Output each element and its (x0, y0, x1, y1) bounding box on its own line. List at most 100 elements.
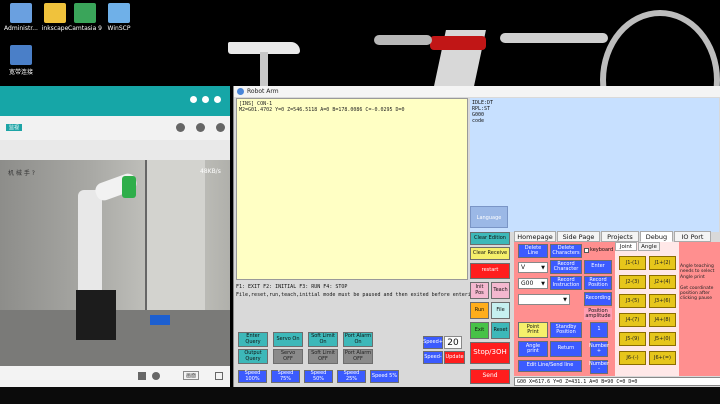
record-character-button[interactable]: Record Character (550, 260, 582, 274)
screenshot-icon[interactable] (196, 123, 205, 132)
delete-line-button[interactable]: Delete Line (518, 244, 548, 258)
enter-query-button[interactable]: Enter Query (238, 332, 268, 347)
desktop-icon-label: 宽带连接 (8, 69, 33, 76)
overlay-text: 机 械 手 ? (8, 170, 35, 177)
file-button[interactable]: File (491, 302, 510, 319)
window-title: Robot Arm (234, 86, 720, 97)
joint-jog-button[interactable]: J5+(0) (649, 332, 676, 346)
console-output[interactable]: [INS] CON-1 M2=G01.4702 Y=0 Z=546.5118 A… (236, 98, 468, 280)
console-line: M2=G01.4702 Y=0 Z=546.5118 A=0 B=178.008… (239, 107, 405, 113)
speed-value-field[interactable]: 20 (444, 336, 462, 349)
clear-receive-button[interactable]: Clear Receive (470, 247, 510, 260)
app-icon (237, 88, 244, 95)
footer-camera-icon[interactable] (152, 372, 160, 380)
speed-readout: 48KB/s (200, 168, 221, 175)
tab-angle[interactable]: Angle (638, 242, 660, 251)
teach-button[interactable]: Teach (491, 282, 510, 299)
joint-jog-button[interactable]: J4-(7) (619, 313, 646, 327)
monitor-tag: 监视 (6, 124, 23, 131)
joint-jog-button[interactable]: J3-(5) (619, 294, 646, 308)
standby-position-button[interactable]: Standby Position (550, 322, 582, 338)
speed-preset-button[interactable]: Speed 75% (271, 370, 300, 383)
tab-joint[interactable]: Joint (615, 242, 637, 251)
joint-jog-button[interactable]: J1-(1) (619, 256, 646, 270)
servo-off-button[interactable]: Servo OFF (273, 349, 303, 364)
joint-jog-button[interactable]: J4+(8) (649, 313, 676, 327)
desktop-icon[interactable]: 宽带连接 (0, 45, 42, 76)
update-button[interactable]: Update (444, 351, 465, 364)
exit-button[interactable]: Exit (470, 322, 489, 339)
enter-button[interactable]: Enter (584, 260, 612, 274)
main-tabs: Homepage Side Page Projects Debug IO Por… (514, 231, 720, 242)
axis-select-value: V (521, 264, 526, 271)
speed-plus-button[interactable]: Speed+ (423, 336, 443, 349)
camtasia-icon (74, 3, 96, 23)
tab-debug[interactable]: Debug (640, 231, 673, 242)
robot-arm-body (78, 190, 102, 300)
joint-jog-button[interactable]: J6+(=) (649, 351, 676, 365)
reset-button[interactable]: Reset (491, 322, 510, 339)
keyboard-checkbox[interactable] (584, 247, 589, 253)
soft-limit-off-button[interactable]: Soft Limit OFF (308, 349, 338, 364)
folder-icon (44, 3, 66, 23)
gcode-select-value: G00 (521, 280, 534, 287)
restore-icon[interactable] (202, 96, 209, 103)
joint-jog-button[interactable]: J2+(4) (649, 275, 676, 289)
joint-jog-button[interactable]: J2-(3) (619, 275, 646, 289)
speed-preset-button[interactable]: Speed 100% (238, 370, 267, 383)
soft-limit-on-button[interactable]: Soft Limit On (308, 332, 338, 347)
stop-button[interactable]: Stop/3OH (470, 342, 510, 364)
footer-video-icon[interactable] (138, 372, 146, 380)
tab-homepage[interactable]: Homepage (514, 231, 556, 242)
port-alarm-on-button[interactable]: Port Alarm On (343, 332, 373, 347)
number-plus-button[interactable]: Number + (589, 341, 609, 357)
fullscreen-icon[interactable] (215, 372, 223, 380)
axis-select[interactable]: V ▼ (518, 262, 548, 273)
port-alarm-off-button[interactable]: Port Alarm OFF (343, 349, 373, 364)
third-select[interactable]: ▼ (518, 294, 570, 305)
player-header (0, 86, 230, 116)
recording-button[interactable]: Recording (584, 292, 612, 306)
robot-arm-window: Robot Arm [INS] CON-1 M2=G01.4702 Y=0 Z=… (233, 86, 720, 387)
send-button[interactable]: Send (470, 369, 510, 384)
speed-preset-button[interactable]: Speed 50% (304, 370, 333, 383)
joint-jog-button[interactable]: J6-(-) (619, 351, 646, 365)
tab-projects[interactable]: Projects (601, 231, 639, 242)
close-icon[interactable] (214, 96, 221, 103)
record-position-button[interactable]: Record Position (584, 276, 612, 290)
network-icon (10, 45, 32, 65)
keyboard-checkbox-row[interactable]: keyboard (584, 247, 613, 253)
settings-icon[interactable] (216, 123, 225, 132)
joint-jog-button[interactable]: J3+(6) (649, 294, 676, 308)
camera-icon[interactable] (176, 123, 185, 132)
gcode-select[interactable]: G00 ▼ (518, 278, 548, 289)
delete-characters-button[interactable]: Delete Characters (550, 244, 582, 258)
bike-seatpost (260, 52, 268, 86)
command-line-field[interactable]: G00 X=617.6 Y=0 Z=431.1 A=0 B=90 C=0 D=0 (514, 377, 720, 386)
output-query-button[interactable]: Output Query (238, 349, 268, 364)
init-pos-button[interactable]: Init Pos (470, 282, 489, 299)
edit-line-button[interactable]: Edit Line/Send line (518, 360, 582, 372)
hint-line-2: File,reset,run,teach,initial mode must b… (236, 292, 477, 298)
restart-button[interactable]: restart (470, 263, 510, 279)
desktop-icon[interactable]: WinSCP (98, 3, 140, 32)
speed-preset-button[interactable]: Speed 5% (370, 370, 399, 383)
angle-print-button[interactable]: Angle print (518, 341, 548, 357)
joint-jog-button[interactable]: J5-(9) (619, 332, 646, 346)
record-instruction-button[interactable]: Record Instruction (550, 276, 582, 290)
return-button[interactable]: Return (550, 341, 582, 357)
number-minus-button[interactable]: Number - (589, 360, 609, 374)
servo-on-button[interactable]: Servo On (273, 332, 303, 347)
joint-jog-button[interactable]: J1+(2) (649, 256, 676, 270)
point-print-button[interactable]: Point Print (518, 322, 548, 338)
clear-edition-button[interactable]: Clear Edition (470, 232, 510, 245)
amplitude-value-button[interactable]: 1 (590, 322, 608, 338)
minimize-icon[interactable] (190, 96, 197, 103)
speed-preset-button[interactable]: Speed 25% (337, 370, 366, 383)
tab-side-page[interactable]: Side Page (557, 231, 600, 242)
language-button[interactable]: Language (470, 206, 508, 228)
run-button[interactable]: Run (470, 302, 489, 319)
tab-io-port[interactable]: IO Port (674, 231, 711, 242)
footer-quality-button[interactable]: 画面 (183, 371, 200, 380)
speed-minus-button[interactable]: Speed- (423, 351, 443, 364)
